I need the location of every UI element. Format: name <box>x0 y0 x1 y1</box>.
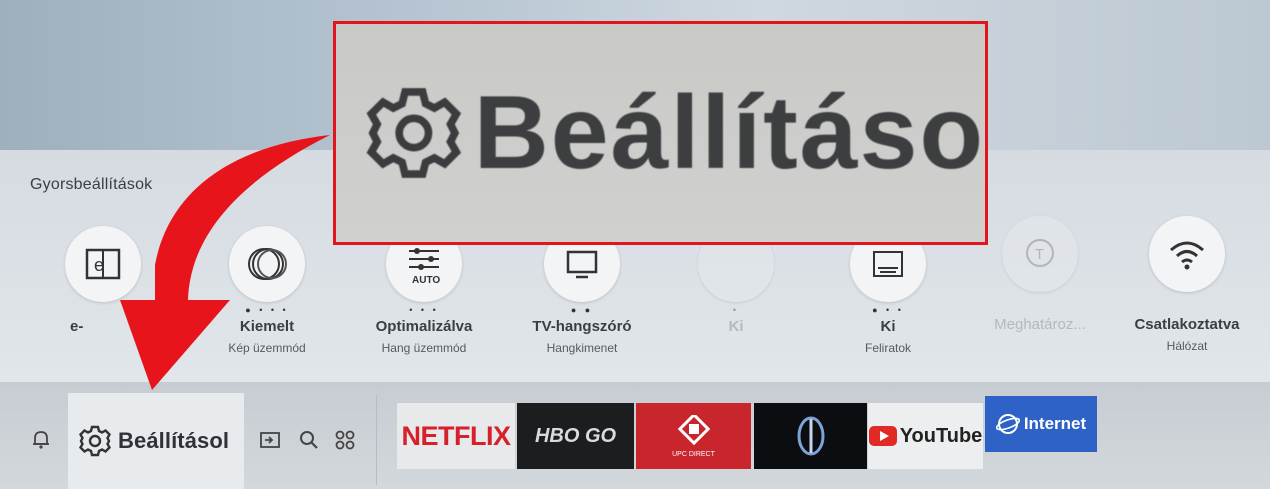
item-label: TV-hangszóró <box>532 318 632 335</box>
quick-item-network[interactable]: Csatlakoztatva Hálózat <box>1112 216 1262 353</box>
wifi-icon <box>1149 216 1225 292</box>
item-sublabel: Hálózat <box>1166 339 1208 353</box>
gear-icon <box>79 425 111 457</box>
quick-item-sound-output[interactable]: ● ● TV-hangszóró Hangkimenet <box>507 226 657 355</box>
bar-divider <box>376 395 377 485</box>
item-sublabel: Feliratok <box>864 341 911 355</box>
item-label: Ki <box>880 318 896 335</box>
item-dots <box>965 294 1115 306</box>
source-icon[interactable] <box>258 428 282 452</box>
item-label: Csatlakoztatva <box>1134 316 1240 333</box>
item-dots: ● ● <box>570 305 594 315</box>
red-arrow-annotation <box>120 135 330 390</box>
item-label: Ki <box>728 318 744 335</box>
speech-icon: T <box>1002 216 1078 292</box>
item-sublabel: Hangkimenet <box>546 341 618 355</box>
netflix-logo: NETFLIX <box>401 420 512 451</box>
app-circle-icon <box>797 416 824 456</box>
youtube-play-icon <box>868 426 897 446</box>
zoom-callout: Beállításo <box>333 21 988 245</box>
bell-icon[interactable] <box>30 428 52 450</box>
internet-label: Internet <box>1023 414 1087 433</box>
gear-icon <box>366 88 462 178</box>
item-dots: ● • • <box>872 305 904 315</box>
app-upc-direct[interactable]: UPC DIRECT <box>636 403 751 469</box>
svg-text:AUTO: AUTO <box>412 275 440 286</box>
item-dots: • • • <box>409 305 439 315</box>
app-netflix[interactable]: NETFLIX <box>397 403 515 469</box>
app-hbo-go[interactable]: HBO GO <box>517 403 634 469</box>
item-sublabel: Hang üzemmód <box>381 341 467 355</box>
search-icon[interactable] <box>297 428 321 452</box>
item-label: Meghatároz... <box>994 316 1086 333</box>
app-youtube[interactable]: YouTube <box>868 403 983 469</box>
item-dots: • <box>732 305 740 315</box>
quick-item-subtitles[interactable]: ● • • Ki Feliratok <box>813 226 963 355</box>
hbo-logo: HBO GO <box>534 424 617 447</box>
settings-button[interactable]: Beállításol <box>68 393 244 489</box>
svg-text:T: T <box>1035 246 1044 263</box>
callout-label: Beállításo <box>473 74 985 191</box>
globe-icon <box>995 414 1020 434</box>
youtube-label: YouTube <box>899 424 983 447</box>
apps-icon[interactable] <box>333 428 357 452</box>
upc-logo-icon <box>677 414 710 445</box>
settings-label: Beállításol <box>118 428 230 453</box>
app-dark-tile[interactable] <box>754 403 867 469</box>
item-label: Optimalizálva <box>375 318 473 335</box>
upc-label: UPC DIRECT <box>672 450 715 458</box>
quick-item-sound-mode[interactable]: AUTO • • • Optimalizálva Hang üzemmód <box>349 226 499 355</box>
item-dots <box>1112 294 1262 306</box>
app-internet[interactable]: Internet <box>985 396 1097 452</box>
